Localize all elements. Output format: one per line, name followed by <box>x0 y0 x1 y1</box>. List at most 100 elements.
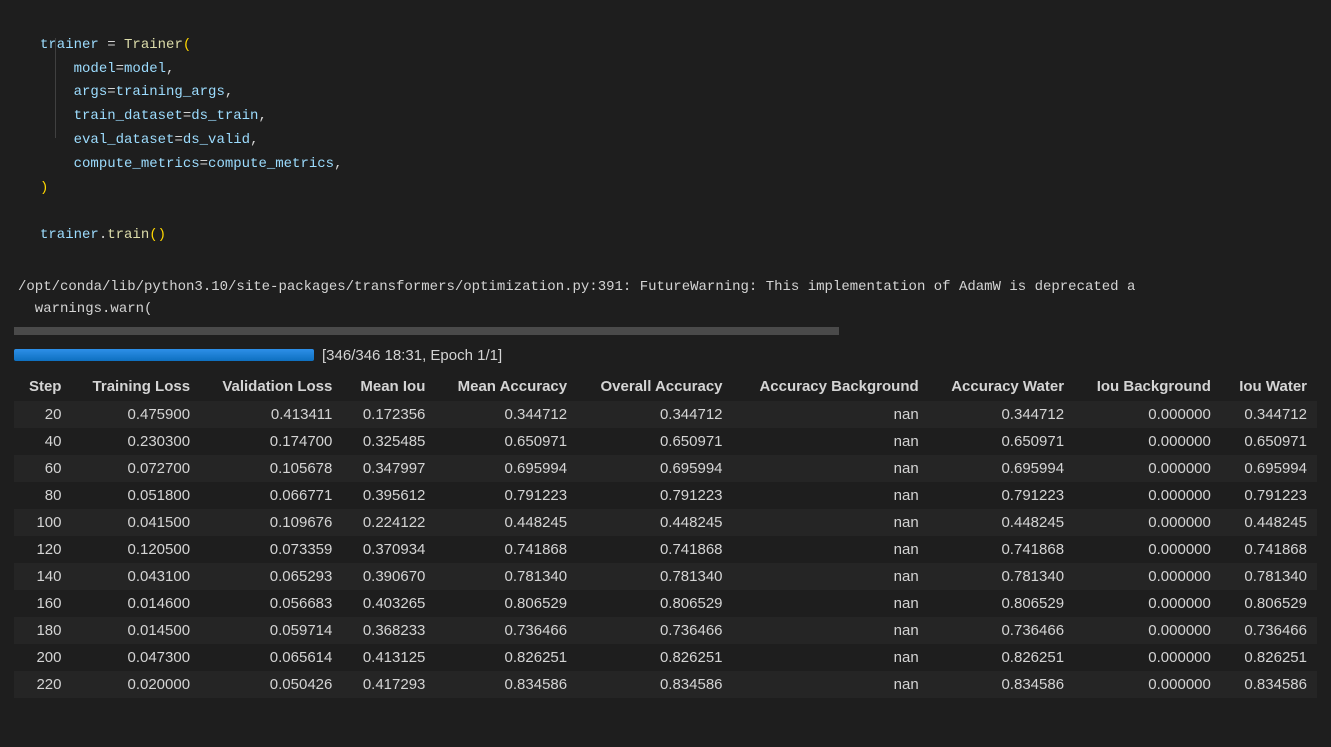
table-cell: 0.020000 <box>71 671 200 698</box>
table-cell: 0.065614 <box>200 644 342 671</box>
output-cell: /opt/conda/lib/python3.10/site-packages/… <box>0 266 1331 698</box>
table-cell: nan <box>733 482 929 509</box>
table-cell: 120 <box>14 536 71 563</box>
table-cell: 0.791223 <box>435 482 577 509</box>
table-cell: 0.174700 <box>200 428 342 455</box>
table-cell: 0.741868 <box>577 536 732 563</box>
code-token: compute_metrics <box>208 156 334 172</box>
code-token: = <box>99 37 124 53</box>
table-header-cell: Training Loss <box>71 372 200 401</box>
table-row: 1600.0146000.0566830.4032650.8065290.806… <box>14 590 1317 617</box>
table-cell: nan <box>733 563 929 590</box>
table-cell: 0.413411 <box>200 401 342 428</box>
table-cell: 0.791223 <box>929 482 1074 509</box>
code-token: ( <box>183 37 191 53</box>
table-cell: 0.059714 <box>200 617 342 644</box>
progress-bar <box>14 349 314 361</box>
table-cell: 0.325485 <box>342 428 435 455</box>
table-row: 1000.0415000.1096760.2241220.4482450.448… <box>14 509 1317 536</box>
table-cell: 0.000000 <box>1074 428 1221 455</box>
table-cell: 0.741868 <box>1221 536 1317 563</box>
table-cell: 0.650971 <box>577 428 732 455</box>
table-cell: 0.781340 <box>577 563 732 590</box>
table-row: 200.4759000.4134110.1723560.3447120.3447… <box>14 401 1317 428</box>
code-token: , <box>166 61 174 77</box>
table-cell: 0.344712 <box>577 401 732 428</box>
code-token: args <box>74 84 108 100</box>
indent-guide <box>55 38 56 138</box>
table-cell: 0.000000 <box>1074 617 1221 644</box>
table-cell: nan <box>733 428 929 455</box>
table-cell: 0.000000 <box>1074 590 1221 617</box>
table-header-cell: Validation Loss <box>200 372 342 401</box>
code-token: model <box>124 61 166 77</box>
table-cell: 0.000000 <box>1074 509 1221 536</box>
table-cell: 0.826251 <box>435 644 577 671</box>
table-cell: 0.344712 <box>1221 401 1317 428</box>
warning-line: warnings.warn( <box>18 301 152 317</box>
table-header-cell: Iou Background <box>1074 372 1221 401</box>
table-cell: 0.695994 <box>1221 455 1317 482</box>
table-cell: nan <box>733 455 929 482</box>
table-cell: 0.066771 <box>200 482 342 509</box>
table-cell: 0.781340 <box>1221 563 1317 590</box>
scrollbar-thumb[interactable] <box>14 327 839 335</box>
table-cell: 0.834586 <box>929 671 1074 698</box>
table-cell: 0.403265 <box>342 590 435 617</box>
code-token: , <box>334 156 342 172</box>
code-token: train <box>107 227 149 243</box>
progress-label: [346/346 18:31, Epoch 1/1] <box>322 347 502 364</box>
table-cell: nan <box>733 401 929 428</box>
table-row: 800.0518000.0667710.3956120.7912230.7912… <box>14 482 1317 509</box>
table-cell: 0.695994 <box>577 455 732 482</box>
table-cell: 0.448245 <box>577 509 732 536</box>
table-cell: 0.448245 <box>435 509 577 536</box>
table-cell: 0.000000 <box>1074 455 1221 482</box>
table-cell: nan <box>733 536 929 563</box>
table-row: 400.2303000.1747000.3254850.6509710.6509… <box>14 428 1317 455</box>
table-cell: 80 <box>14 482 71 509</box>
table-cell: 0.650971 <box>929 428 1074 455</box>
table-cell: 0.050426 <box>200 671 342 698</box>
code-cell[interactable]: trainer = Trainer( model=model, args=tra… <box>0 0 1331 266</box>
warning-output: /opt/conda/lib/python3.10/site-packages/… <box>0 266 1331 327</box>
table-cell: 0.791223 <box>1221 482 1317 509</box>
table-cell: 0.000000 <box>1074 536 1221 563</box>
table-cell: 200 <box>14 644 71 671</box>
table-row: 600.0727000.1056780.3479970.6959940.6959… <box>14 455 1317 482</box>
code-token: () <box>149 227 166 243</box>
code-token: Trainer <box>124 37 183 53</box>
table-header-cell: Step <box>14 372 71 401</box>
table-cell: nan <box>733 644 929 671</box>
code-token: training_args <box>116 84 225 100</box>
table-cell: 0.172356 <box>342 401 435 428</box>
table-cell: 0.014600 <box>71 590 200 617</box>
code-token: compute_metrics <box>74 156 200 172</box>
table-cell: 0.000000 <box>1074 563 1221 590</box>
table-cell: 0.826251 <box>929 644 1074 671</box>
table-header-cell: Accuracy Water <box>929 372 1074 401</box>
table-cell: 0.448245 <box>1221 509 1317 536</box>
table-cell: 0.073359 <box>200 536 342 563</box>
table-cell: 0.448245 <box>929 509 1074 536</box>
table-cell: nan <box>733 509 929 536</box>
horizontal-scrollbar[interactable] <box>0 327 1331 335</box>
table-header-cell: Overall Accuracy <box>577 372 732 401</box>
table-cell: 0.344712 <box>929 401 1074 428</box>
code-token: = <box>200 156 208 172</box>
table-cell: 40 <box>14 428 71 455</box>
table-cell: 0.368233 <box>342 617 435 644</box>
table-cell: 0.741868 <box>435 536 577 563</box>
table-cell: 0.000000 <box>1074 671 1221 698</box>
metrics-table-wrap[interactable]: StepTraining LossValidation LossMean Iou… <box>0 372 1331 698</box>
table-cell: 0.047300 <box>71 644 200 671</box>
table-head: StepTraining LossValidation LossMean Iou… <box>14 372 1317 401</box>
table-cell: 0.417293 <box>342 671 435 698</box>
table-row: 2200.0200000.0504260.4172930.8345860.834… <box>14 671 1317 698</box>
table-cell: 0.051800 <box>71 482 200 509</box>
progress-fill <box>14 349 314 361</box>
table-cell: 0.105678 <box>200 455 342 482</box>
table-cell: 0.806529 <box>1221 590 1317 617</box>
table-cell: 0.736466 <box>435 617 577 644</box>
table-cell: 0.736466 <box>1221 617 1317 644</box>
